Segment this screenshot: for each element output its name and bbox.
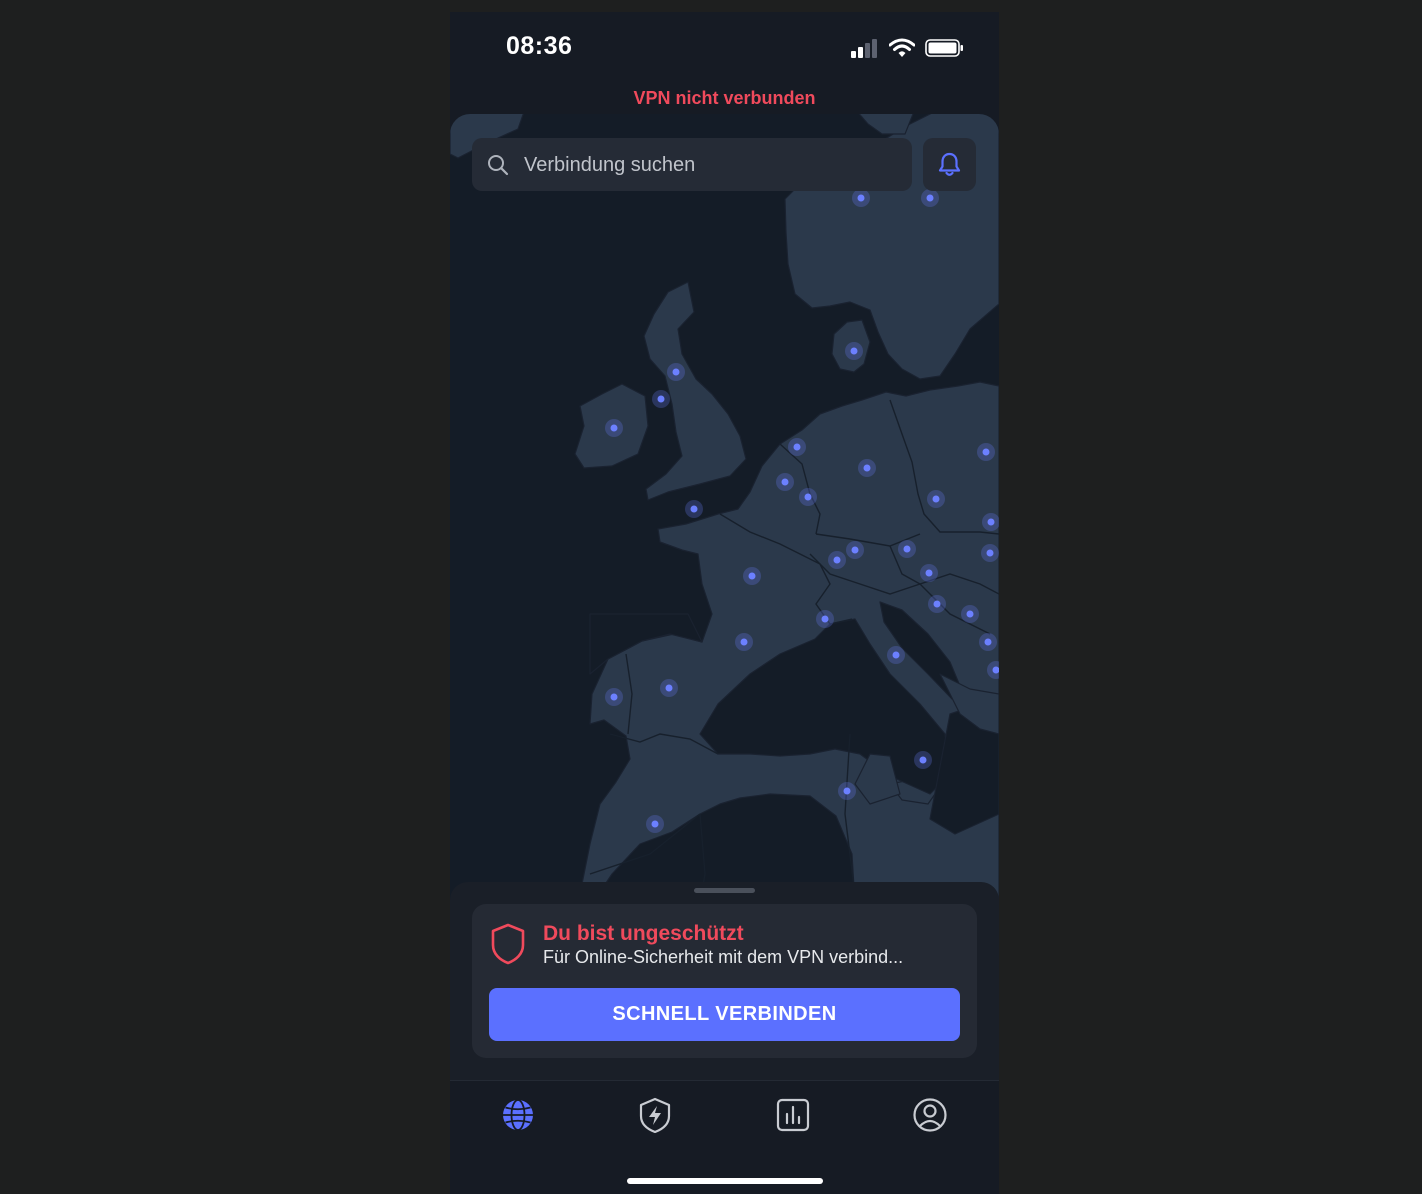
shield-icon (491, 923, 525, 965)
bar-chart-icon (776, 1098, 810, 1132)
status-time: 08:36 (506, 32, 573, 60)
shield-bolt-icon (639, 1097, 671, 1133)
status-bar: 08:36 (450, 12, 999, 82)
nav-item-threat-protection[interactable] (625, 1095, 685, 1135)
signal-icon (851, 39, 877, 58)
search-bar[interactable] (472, 138, 912, 193)
battery-icon (925, 39, 963, 57)
bell-icon (938, 152, 961, 176)
protection-status-title: Du bist ungeschützt (543, 922, 744, 945)
nav-item-profile[interactable] (900, 1095, 960, 1135)
nav-item-stats[interactable] (763, 1095, 823, 1135)
vpn-status-text: VPN nicht verbunden (633, 88, 816, 108)
protection-status-card: Du bist ungeschützt Für Online-Sicherhei… (472, 904, 977, 1058)
protection-status-subtitle: Für Online-Sicherheit mit dem VPN verbin… (543, 947, 904, 967)
quick-connect-button[interactable]: SCHNELL VERBINDEN (489, 988, 960, 1041)
nav-item-map[interactable] (488, 1095, 548, 1135)
notifications-button[interactable] (923, 138, 976, 191)
europe-map[interactable] (450, 114, 999, 904)
sheet-drag-handle[interactable] (694, 888, 755, 893)
server-map[interactable] (450, 114, 999, 904)
bottom-sheet: Du bist ungeschützt Für Online-Sicherhei… (450, 882, 999, 1082)
search-input[interactable] (522, 138, 906, 193)
wifi-icon (889, 38, 915, 57)
user-icon (913, 1098, 947, 1132)
search-icon (488, 155, 509, 176)
phone-screen: 08:36 VPN nicht verbunden Verbindung suc… (450, 12, 999, 1194)
home-indicator[interactable] (627, 1178, 823, 1184)
globe-icon (503, 1099, 533, 1131)
